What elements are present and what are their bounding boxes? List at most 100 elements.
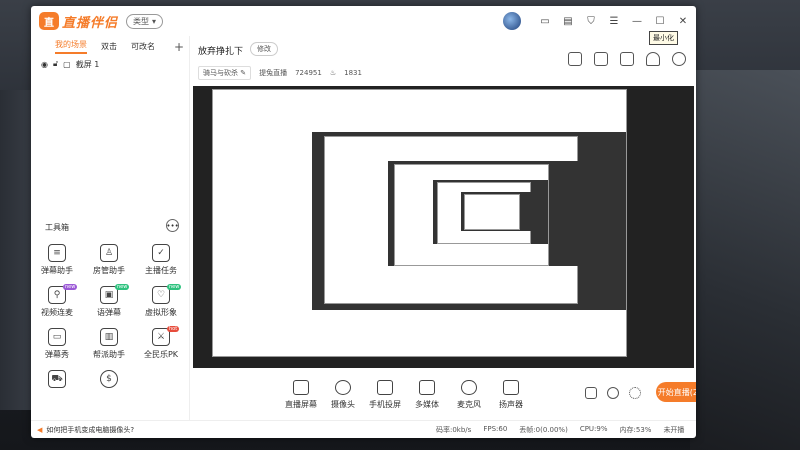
tab-my-scene[interactable]: 我的场景 [55, 39, 87, 54]
memory-usage: 内存:53% [619, 425, 652, 434]
money-icon: $ [100, 370, 118, 388]
tool-pk[interactable]: ⚔ 全民乐PK hot [135, 326, 187, 360]
source-name: 截屏 1 [75, 59, 100, 69]
camera-button[interactable]: 摄像头 [322, 380, 364, 410]
control-label: 麦克风 [457, 400, 481, 409]
room-id: 724951 [295, 69, 322, 77]
lock-icon[interactable] [594, 52, 608, 66]
tool-label: 主播任务 [145, 266, 177, 275]
title-bar: 直 直播伴侣 类型 ▾ ▭ ▤ ⛉ ☰ — ☐ ✕ 最小化 [31, 6, 696, 45]
new-badge: new [167, 284, 182, 290]
background-ruins-right [690, 70, 800, 450]
menu-icon[interactable]: ☰ [607, 14, 621, 28]
tool-admin-helper[interactable]: ♙ 房管助手 [83, 244, 135, 276]
record-icon[interactable] [585, 387, 597, 399]
speaker-icon: ◀ [37, 425, 43, 434]
add-scene-icon[interactable]: + [174, 40, 184, 54]
eye-icon[interactable]: ◉ [41, 60, 48, 69]
microphone-icon [461, 380, 477, 395]
save-icon[interactable]: ▤ [561, 14, 575, 28]
tool-label: 房管助手 [93, 266, 125, 275]
tool-virtual-avatar[interactable]: ♡ 虚拟形象 new [135, 284, 187, 318]
car-icon: ⛟ [48, 370, 66, 388]
type-selector-label: 类型 [133, 16, 150, 26]
main-panel: 放弃挣扎下 修改 骑马与砍杀 ✎ 提兔直播 724951 ♨ 1831 直播屏幕… [189, 36, 696, 420]
game-category[interactable]: 骑马与砍杀 ✎ [198, 66, 252, 80]
close-icon[interactable]: ✕ [676, 14, 690, 28]
stream-stats: 码率:0kb/s FPS:60 丢帧:0(0.00%) CPU:9% 内存:53… [436, 425, 684, 435]
stream-meta: 骑马与砍杀 ✎ 提兔直播 724951 ♨ 1831 [198, 66, 362, 80]
tab-double-click[interactable]: 双击 [101, 41, 117, 52]
eye-icon[interactable] [607, 387, 619, 399]
phone-cast-button[interactable]: 手机投屏 [364, 380, 406, 410]
share-icon[interactable] [672, 52, 686, 66]
streaming-app-window: 直 直播伴侣 类型 ▾ ▭ ▤ ⛉ ☰ — ☐ ✕ 最小化 我的场景 双击 可改… [31, 6, 696, 438]
toolbox-title: 工具箱 [45, 223, 69, 232]
microphone-button[interactable]: 麦克风 [448, 380, 490, 410]
tool-label: 帮派助手 [93, 350, 125, 359]
tool-car[interactable]: ⛟ [31, 370, 83, 391]
minimize-icon[interactable]: — [630, 14, 644, 28]
monitor-icon [293, 380, 309, 395]
tool-video-link[interactable]: ⚲ 视频连麦 new [31, 284, 83, 318]
task-icon: ✓ [152, 244, 170, 262]
app-name: 直播伴侣 [62, 15, 119, 31]
scene-tabs: 我的场景 双击 可改名 + [31, 36, 189, 56]
tv-icon: ▭ [48, 328, 66, 346]
app-logo: 直 直播伴侣 [39, 12, 118, 31]
gang-icon: ▥ [100, 328, 118, 346]
speaker-icon [503, 380, 519, 395]
game-name: 骑马与砍杀 [203, 69, 238, 77]
chevron-down-icon: ▾ [152, 16, 157, 26]
stream-preview[interactable] [193, 86, 694, 368]
play-icon [419, 380, 435, 395]
shirt-icon[interactable]: ⛉ [584, 14, 598, 28]
user-avatar[interactable] [503, 12, 521, 30]
fans-icon: ♨ [329, 69, 337, 77]
tool-money[interactable]: $ [83, 370, 135, 391]
phone-cast-icon [377, 380, 393, 395]
control-label: 手机投屏 [369, 400, 401, 409]
tool-label: 语弹幕 [97, 308, 121, 317]
new-badge: new [63, 284, 78, 290]
settings-icon[interactable] [629, 387, 641, 399]
room-label: 提兔直播 [259, 69, 288, 77]
tool-label: 弹幕秀 [45, 350, 69, 359]
control-label: 多媒体 [415, 400, 439, 409]
feedback-icon[interactable]: ▭ [538, 14, 552, 28]
tool-gang-helper[interactable]: ▥ 帮派助手 [83, 328, 135, 360]
tool-danmaku-show[interactable]: ▭ 弹幕秀 [31, 328, 83, 360]
chat-icon: ≡ [48, 244, 66, 262]
control-label: 扬声器 [499, 400, 523, 409]
type-selector[interactable]: 类型 ▾ [126, 13, 164, 29]
gift-icon[interactable] [568, 52, 582, 66]
tool-voice-danmaku[interactable]: ▣ 语弹幕 new [83, 284, 135, 318]
preview-mirror-5 [464, 194, 520, 230]
edit-button[interactable]: 修改 [250, 42, 278, 56]
tool-danmaku-helper[interactable]: ≡ 弹幕助手 [31, 244, 83, 276]
speaker-button[interactable]: 扬声器 [490, 380, 532, 410]
maximize-icon[interactable]: ☐ [653, 14, 667, 28]
control-label: 摄像头 [331, 400, 355, 409]
tip[interactable]: ◀ 如何把手机变成电脑摄像头? [37, 425, 134, 435]
multimedia-button[interactable]: 多媒体 [406, 380, 448, 410]
toolbox-grid: ≡ 弹幕助手 ♙ 房管助手 ✓ 主播任务 ⚲ 视频连麦 new ▣ 语弹幕 new ♡ 虚拟形象… [31, 244, 189, 391]
layout-icon[interactable] [620, 52, 634, 66]
camera-icon [335, 380, 351, 395]
screen-capture-button[interactable]: 直播屏幕 [280, 380, 322, 410]
tab-rename[interactable]: 可改名 [131, 41, 155, 52]
control-label: 直播屏幕 [285, 400, 317, 409]
tool-anchor-task[interactable]: ✓ 主播任务 [135, 244, 187, 276]
scene-name: 放弃挣扎下 [198, 47, 244, 57]
fans-count: 1831 [344, 69, 362, 77]
logo-badge: 直 [39, 12, 59, 30]
hot-badge: hot [167, 326, 180, 332]
source-item[interactable]: ◉ 🔓︎ ▢ 截屏 1 [31, 56, 189, 72]
go-live-button[interactable]: 开始直播(23s) [656, 382, 696, 402]
admin-icon: ♙ [100, 244, 118, 262]
tip-text: 如何把手机变成电脑摄像头? [46, 425, 135, 434]
more-icon[interactable]: ••• [166, 219, 179, 232]
tool-label: 视频连麦 [41, 308, 73, 317]
lock-icon[interactable]: 🔓︎ [53, 59, 58, 69]
bell-icon[interactable] [646, 52, 660, 66]
